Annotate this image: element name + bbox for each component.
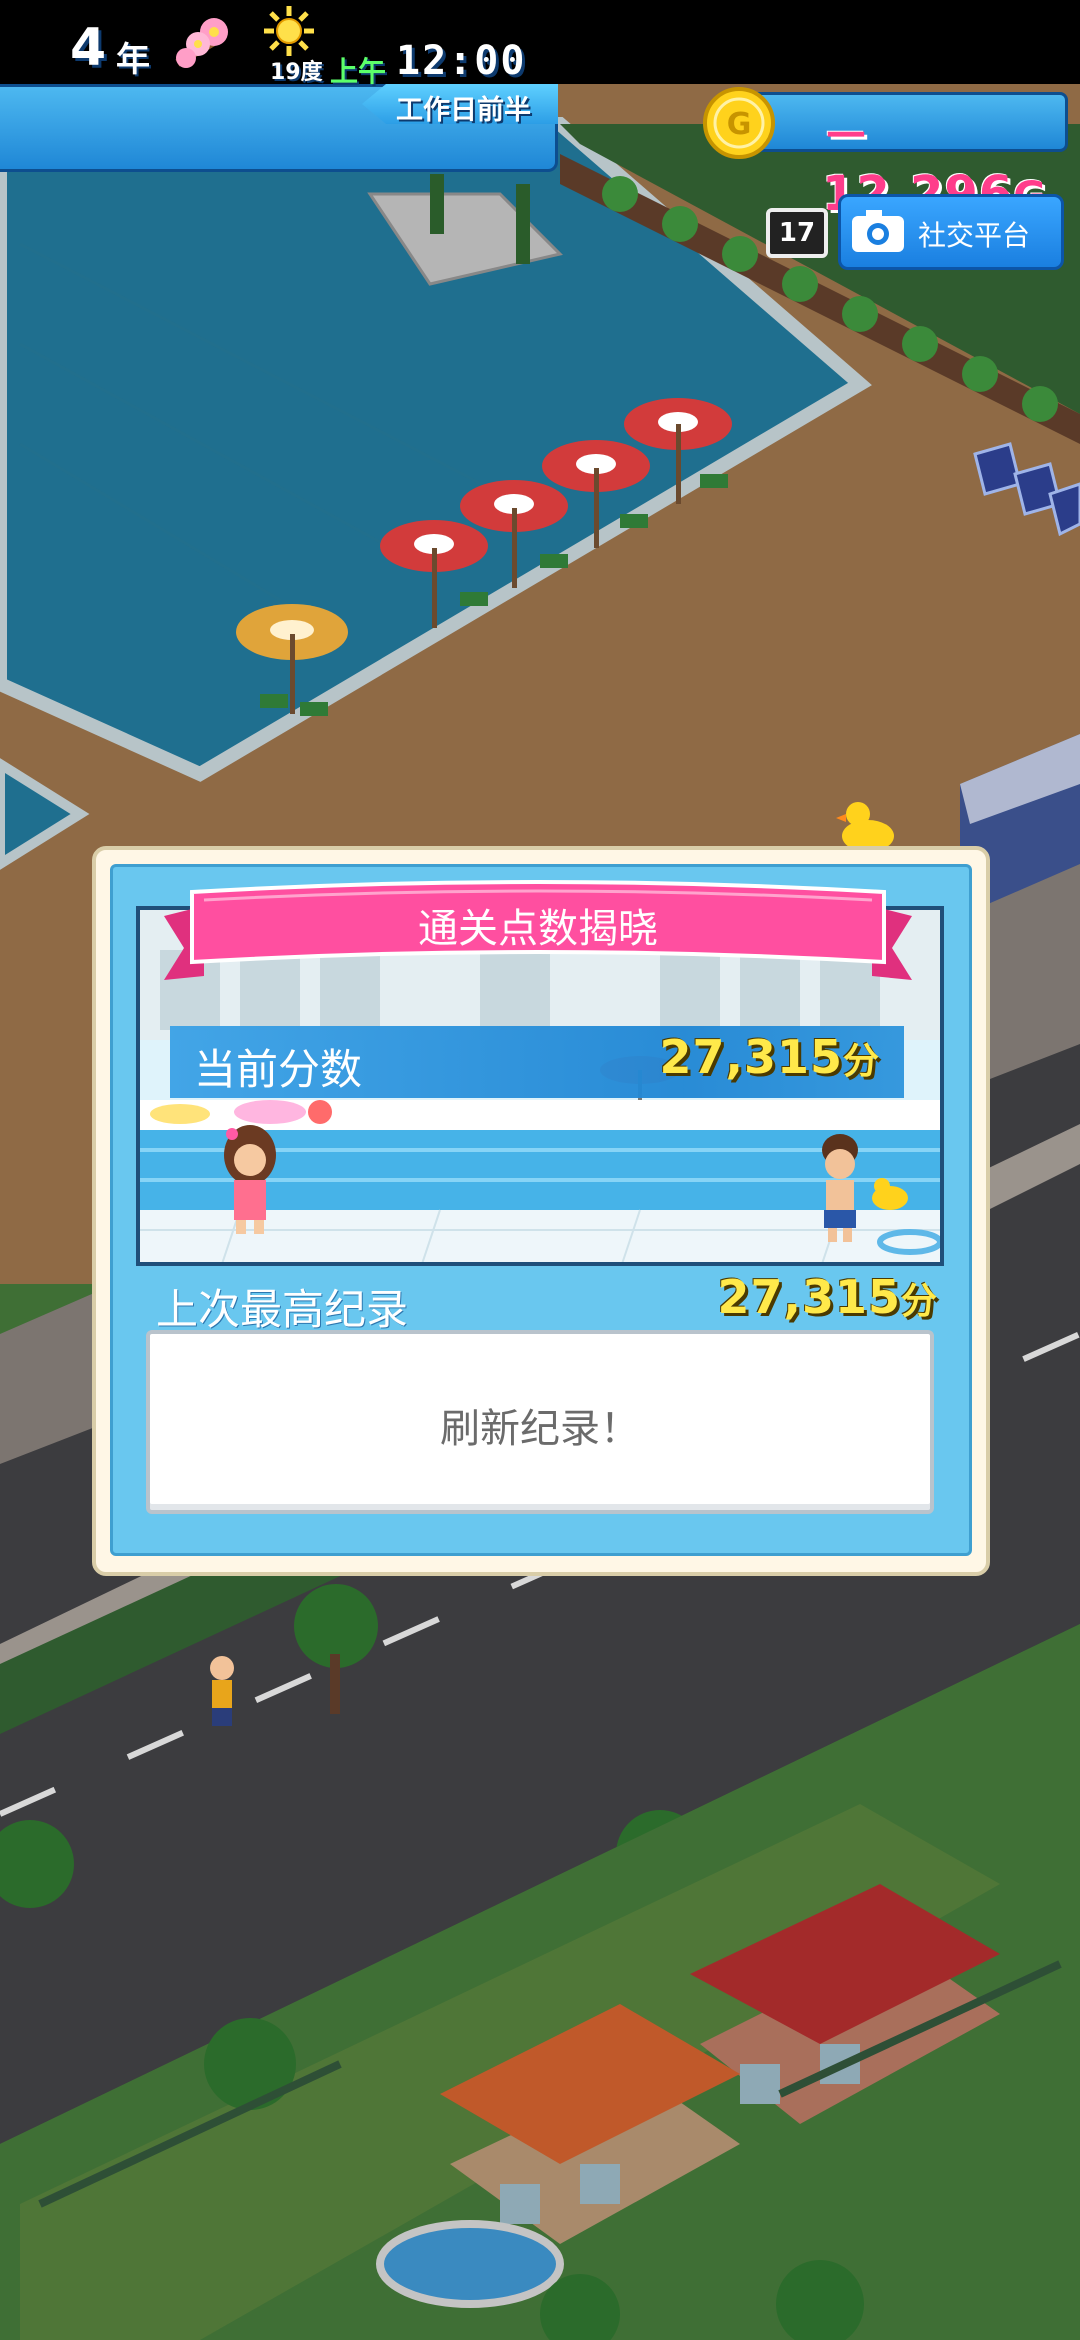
ampm-text: 上午 [330,55,387,88]
social-platform-label: 社交平台 [918,219,1031,252]
new-record-message: 刷新纪录！ [440,1406,640,1452]
year-unit: 年 [116,40,150,80]
clock-text: 12:00 [396,38,527,84]
sun-weather-icon [264,6,314,56]
year-number: 4 [70,18,107,78]
current-score-value: 27,315分 [659,1030,880,1084]
gold-coin-icon: G [703,87,775,159]
social-count-badge: 17 [766,208,828,258]
best-record-value: 27,315分 [717,1270,938,1324]
pedestrian [210,1656,234,1726]
temperature-text: 19度 [270,60,323,85]
period-text: 工作日前半 [396,95,531,126]
dialog-title: 通关点数揭晓 [418,906,658,952]
cherry-blossom-icon [175,18,228,68]
camera-icon [852,210,904,252]
best-record-label: 上次最高纪录 [156,1285,409,1334]
current-score-label: 当前分数 [194,1045,363,1094]
status-bar [0,0,1080,84]
boy-character [822,1134,858,1242]
svg-text:G: G [727,107,752,142]
